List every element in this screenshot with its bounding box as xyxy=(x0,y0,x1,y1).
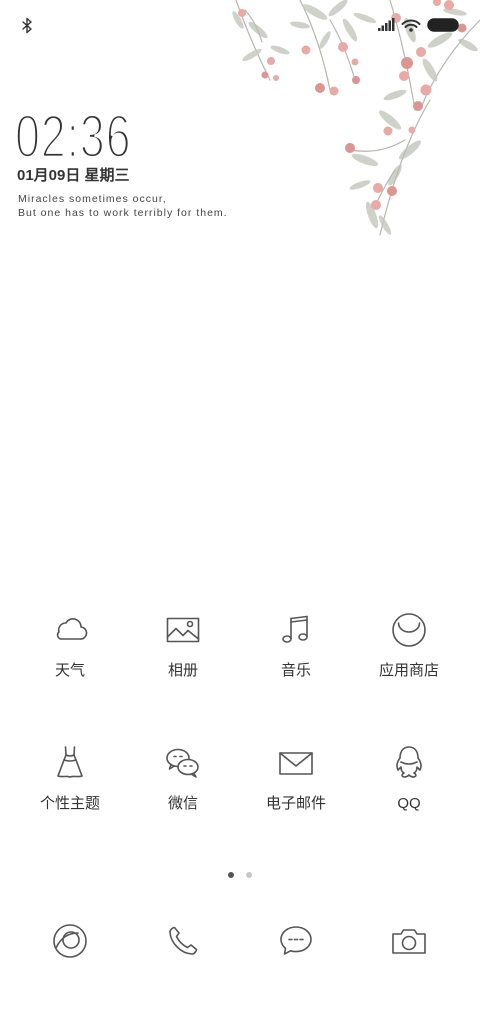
app-label: QQ xyxy=(397,795,421,812)
dock-camera[interactable] xyxy=(353,921,465,961)
app-store[interactable]: 应用商店 xyxy=(353,610,465,681)
clock-time[interactable]: 02:36 xyxy=(14,105,132,168)
clock-date: 01月09日 星期三 xyxy=(17,167,130,184)
wechat-icon xyxy=(166,748,199,778)
app-label: 应用商店 xyxy=(378,662,439,679)
app-label: 音乐 xyxy=(280,662,311,679)
quote-line-2: But one has to work terribly for them. xyxy=(18,207,228,219)
app-email[interactable]: 电子邮件 xyxy=(240,743,352,814)
status-bar-right xyxy=(378,18,459,32)
app-label: 相册 xyxy=(167,662,198,679)
page-dot-inactive[interactable] xyxy=(246,872,252,878)
bluetooth-icon xyxy=(22,17,32,34)
quote-line-1: Miracles sometimes occur, xyxy=(18,193,167,205)
dock-messages[interactable] xyxy=(240,921,352,961)
dock-phone[interactable] xyxy=(127,921,239,961)
app-label: 电子邮件 xyxy=(265,795,326,812)
home-screen: 02:36 01月09日 星期三 Miracles sometimes occu… xyxy=(0,0,480,1013)
app-label: 天气 xyxy=(54,662,85,679)
page-indicator xyxy=(0,872,480,878)
app-wechat[interactable]: 微信 xyxy=(127,743,239,814)
phone-icon xyxy=(169,926,198,955)
messages-icon xyxy=(280,926,312,955)
gallery-icon xyxy=(166,617,200,643)
envelope-icon xyxy=(279,752,313,775)
camera-icon xyxy=(392,929,426,954)
signal-icon xyxy=(378,18,395,31)
browser-icon xyxy=(53,924,87,958)
page-dot-active[interactable] xyxy=(228,872,234,878)
battery-icon xyxy=(427,18,459,32)
weather-cloud-icon xyxy=(56,618,88,640)
qq-penguin-icon xyxy=(396,746,422,778)
music-note-icon xyxy=(282,615,308,643)
dress-theme-icon xyxy=(57,746,83,778)
app-qq[interactable]: QQ xyxy=(353,743,465,814)
app-themes[interactable]: 个性主题 xyxy=(14,743,126,814)
app-label: 个性主题 xyxy=(39,795,100,812)
app-weather[interactable]: 天气 xyxy=(14,610,126,681)
dock-browser[interactable] xyxy=(14,921,126,961)
app-store-icon xyxy=(392,613,426,647)
app-label: 微信 xyxy=(167,795,198,812)
app-gallery[interactable]: 相册 xyxy=(127,610,239,681)
app-music[interactable]: 音乐 xyxy=(240,610,352,681)
wifi-icon xyxy=(401,19,421,32)
